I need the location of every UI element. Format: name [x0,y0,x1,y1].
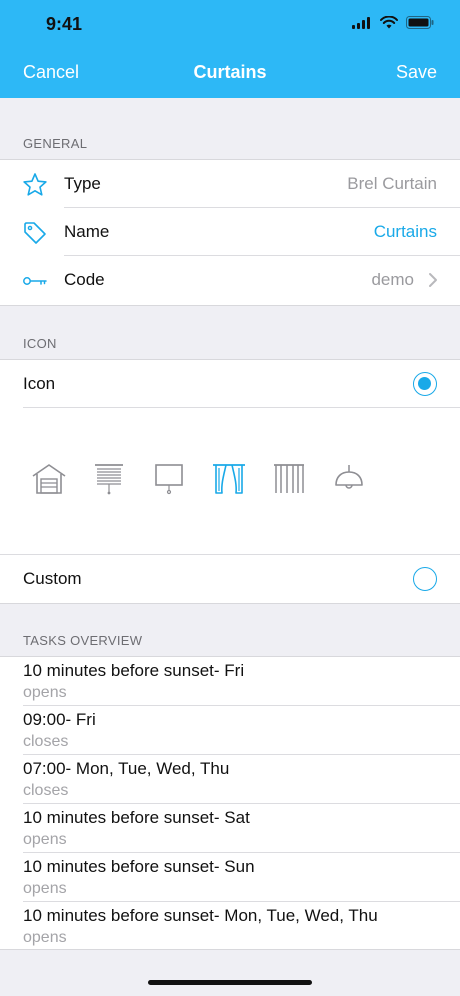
status-time: 9:41 [46,14,83,34]
garage-icon[interactable] [31,462,67,496]
task-item[interactable]: 10 minutes before sunset- Mon, Tue, Wed,… [0,902,460,951]
code-label: Code [64,270,105,289]
task-title: 10 minutes before sunset- Fri [23,661,245,680]
task-action: opens [23,684,67,701]
code-row[interactable]: Code demo [0,256,460,304]
task-action: opens [23,831,67,848]
tag-icon [24,222,46,244]
task-action: closes [23,733,69,750]
chevron-right-icon [429,273,437,287]
task-item[interactable]: 10 minutes before sunset- Sun opens [0,853,460,902]
task-title: 10 minutes before sunset- Mon, Tue, Wed,… [23,906,378,925]
task-title: 09:00- Fri [23,710,96,729]
star-icon [23,173,47,196]
status-icons [352,16,434,29]
save-button[interactable]: Save [396,62,437,83]
lamp-icon[interactable] [331,462,367,496]
icon-section-header: ICON [23,336,57,351]
icon-option-row[interactable]: Icon [0,360,460,408]
task-title: 10 minutes before sunset- Sat [23,808,250,827]
icon-option-label: Icon [23,374,56,393]
status-bar: 9:41 [0,14,460,38]
cancel-button[interactable]: Cancel [23,62,79,83]
signal-icon [352,16,370,29]
task-item[interactable]: 10 minutes before sunset- Fri opens [0,657,460,706]
custom-radio[interactable] [413,567,437,591]
home-indicator [148,980,312,985]
tasks-group: 10 minutes before sunset- Fri opens 09:0… [0,656,460,950]
blind-icon[interactable] [91,462,127,496]
screen-icon[interactable] [151,462,187,496]
name-row[interactable]: Name Curtains [0,208,460,256]
icon-picker [0,408,460,554]
code-value: demo [371,270,414,289]
name-label: Name [64,222,110,241]
type-label: Type [64,174,101,193]
task-action: closes [23,782,69,799]
general-section-header: GENERAL [23,136,88,151]
icon-radio[interactable] [413,372,437,396]
task-item[interactable]: 10 minutes before sunset- Sat opens [0,804,460,853]
general-group: Type Brel Curtain Name Curtains Code dem… [0,159,460,306]
task-title: 07:00- Mon, Tue, Wed, Thu [23,759,230,778]
navigation-bar: Cancel Curtains Save [0,60,460,88]
custom-option-label: Custom [23,569,82,588]
custom-option-row[interactable]: Custom [0,554,460,602]
task-action: opens [23,880,67,897]
battery-icon [406,16,434,29]
type-row[interactable]: Type Brel Curtain [0,160,460,208]
task-item[interactable]: 09:00- Fri closes [0,706,460,755]
task-action: opens [23,929,67,946]
wifi-icon [380,16,398,29]
curtain-icon[interactable] [211,462,247,496]
name-value[interactable]: Curtains [374,222,437,242]
type-value: Brel Curtain [347,174,437,193]
task-title: 10 minutes before sunset- Sun [23,857,255,876]
task-item[interactable]: 07:00- Mon, Tue, Wed, Thu closes [0,755,460,804]
top-bar: 9:41 Cancel Curtains Save [0,0,460,98]
icon-group: Icon Custom [0,359,460,604]
vertical-blind-icon[interactable] [271,462,307,496]
key-icon [23,277,47,285]
tasks-section-header: TASKS OVERVIEW [23,633,143,648]
